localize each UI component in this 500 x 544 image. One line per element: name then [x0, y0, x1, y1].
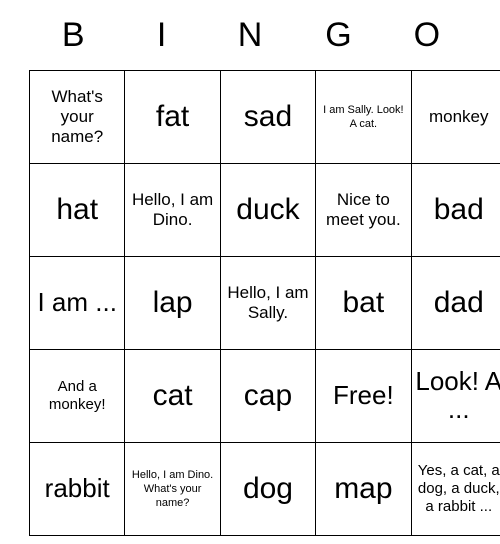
bingo-cell-n5[interactable]: dog — [219, 442, 317, 536]
bingo-cell-text: I am Sally. Look! A cat. — [323, 103, 404, 130]
bingo-cell-free-space[interactable]: Free! — [315, 349, 412, 443]
bingo-row-1: What's your name? fat sad I am Sally. Lo… — [28, 70, 500, 164]
bingo-row-5: rabbit Hello, I am Dino. What's your nam… — [28, 442, 500, 536]
bingo-header-letter-g: G — [325, 16, 352, 54]
bingo-header-letter-b: B — [61, 16, 85, 54]
bingo-card: B I N G O What's your name? fat sad I am… — [28, 0, 500, 536]
bingo-cell-o4[interactable]: Look! A ... — [410, 349, 500, 443]
bingo-cell-i4[interactable]: cat — [124, 349, 221, 443]
bingo-cell-text: Yes, a cat, a dog, a duck, a rabbit ... — [417, 462, 500, 515]
bingo-cell-o2[interactable]: bad — [410, 163, 500, 257]
bingo-cell-g5[interactable]: map — [315, 442, 412, 536]
bingo-cell-text: I am ... — [37, 287, 117, 318]
bingo-header: B I N G O — [29, 0, 471, 70]
bingo-cell-i1[interactable]: fat — [124, 70, 221, 164]
bingo-cell-text: map — [334, 471, 393, 505]
bingo-cell-i5[interactable]: Hello, I am Dino. What's your name? — [124, 442, 221, 536]
bingo-cell-o5[interactable]: Yes, a cat, a dog, a duck, a rabbit ... — [410, 442, 500, 536]
bingo-cell-text: fat — [155, 99, 190, 133]
bingo-cell-i2[interactable]: Hello, I am Dino. — [124, 163, 221, 257]
bingo-cell-text: Hello, I am Dino. — [131, 189, 214, 229]
bingo-cell-b1[interactable]: What's your name? — [28, 70, 126, 164]
bingo-cell-text: Look! A ... — [415, 366, 500, 424]
bingo-header-letter-o: O — [413, 16, 441, 54]
bingo-row-4: And a monkey! cat cap Free! Look! A ... — [28, 349, 500, 443]
bingo-cell-o1[interactable]: monkey — [410, 70, 500, 164]
bingo-cell-text: lap — [152, 285, 193, 319]
bingo-cell-o3[interactable]: dad — [410, 256, 500, 350]
bingo-cell-text: Hello, I am Dino. What's your name? — [131, 468, 214, 510]
bingo-cell-n1[interactable]: sad — [219, 70, 317, 164]
bingo-row-3: I am ... lap Hello, I am Sally. bat dad — [28, 256, 500, 350]
bingo-cell-i3[interactable]: lap — [124, 256, 221, 350]
bingo-cell-text: What's your name? — [51, 86, 104, 147]
bingo-cell-text: hat — [56, 192, 99, 226]
bingo-cell-text: sad — [243, 99, 293, 133]
bingo-cell-text: duck — [236, 192, 300, 226]
bingo-cell-g3[interactable]: bat — [315, 256, 412, 350]
bingo-cell-text: bat — [342, 285, 385, 319]
bingo-grid: What's your name? fat sad I am Sally. Lo… — [28, 70, 500, 536]
bingo-cell-text: cap — [243, 378, 293, 412]
bingo-cell-text: Hello, I am Sally. — [227, 282, 309, 322]
bingo-cell-b4[interactable]: And a monkey! — [28, 349, 126, 443]
bingo-cell-n2[interactable]: duck — [219, 163, 317, 257]
bingo-cell-text: Free! — [333, 380, 394, 411]
bingo-header-letter-i: I — [156, 16, 167, 54]
bingo-cell-text: cat — [152, 378, 193, 412]
bingo-cell-text: rabbit — [44, 473, 110, 504]
bingo-cell-text: bad — [433, 192, 484, 226]
bingo-row-2: hat Hello, I am Dino. duck Nice to meet … — [28, 163, 500, 257]
bingo-cell-g1[interactable]: I am Sally. Look! A cat. — [315, 70, 412, 164]
bingo-header-letter-n: N — [237, 16, 263, 54]
bingo-cell-text: monkey — [428, 106, 489, 126]
bingo-cell-n3[interactable]: Hello, I am Sally. — [219, 256, 317, 350]
bingo-cell-text: dog — [242, 471, 293, 505]
bingo-cell-b3[interactable]: I am ... — [28, 256, 126, 350]
bingo-cell-b2[interactable]: hat — [28, 163, 126, 257]
bingo-cell-text: And a monkey! — [48, 378, 106, 413]
bingo-cell-text: Nice to meet you. — [326, 189, 401, 229]
bingo-cell-g2[interactable]: Nice to meet you. — [315, 163, 412, 257]
bingo-cell-n4[interactable]: cap — [219, 349, 317, 443]
bingo-cell-b5[interactable]: rabbit — [28, 442, 126, 536]
bingo-cell-text: dad — [433, 285, 484, 319]
